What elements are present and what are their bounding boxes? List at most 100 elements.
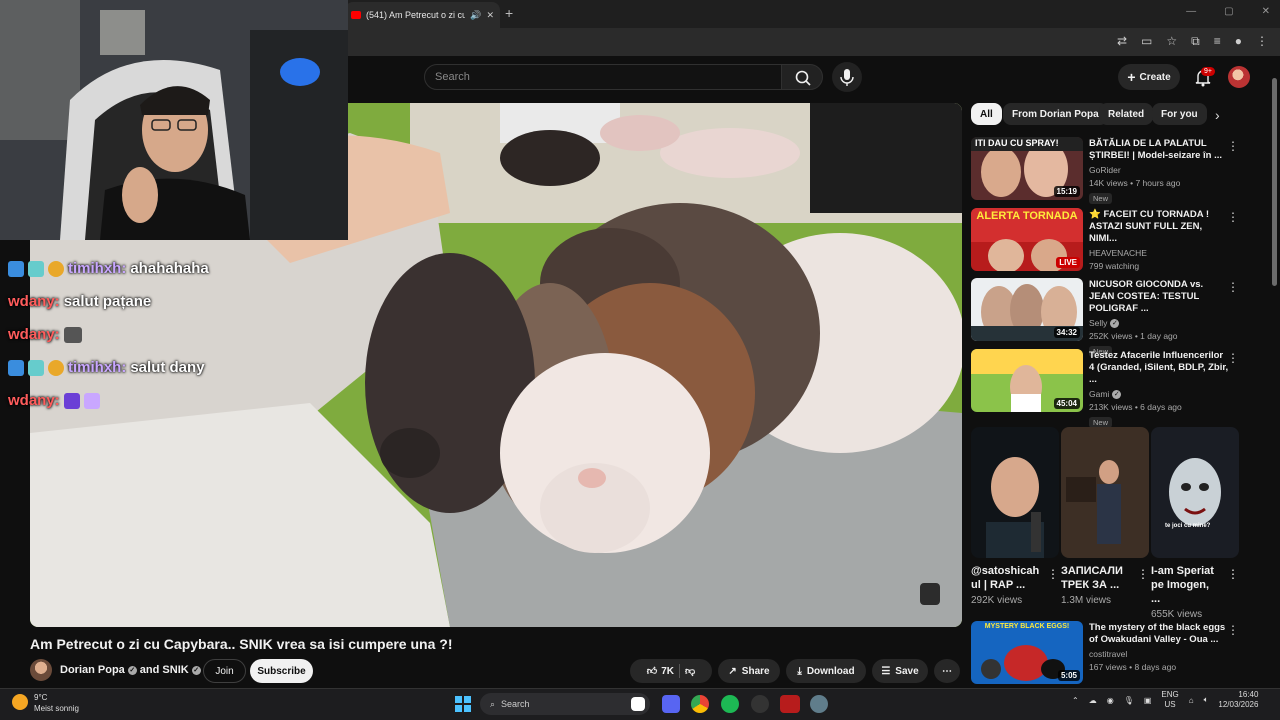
translate-icon[interactable]: ⇄ [1117,34,1127,49]
more-vertical-icon[interactable]: ⋮ [1047,567,1059,581]
language-indicator[interactable]: ENG US [1161,690,1178,710]
plus-icon: + [1127,69,1136,85]
chevron-up-icon[interactable]: ⌃ [1072,696,1079,705]
short-title[interactable]: I-am Speriat pe Imogen, ... [1151,564,1221,606]
network-icon[interactable]: ⌂ [1189,696,1194,705]
search-button[interactable] [781,64,823,90]
recommendation-channel[interactable]: Selly ✓ [1089,318,1229,328]
recommendation-title[interactable]: Testez Afacerile Influencerilor 4 (Grand… [1089,350,1229,386]
join-button[interactable]: Join [203,659,246,683]
short-item[interactable]: ЗАПИСАЛИ ТРЕК ЗА ... 1.3M views ⋮ [1061,427,1149,606]
more-vertical-icon[interactable]: ⋮ [1227,280,1239,294]
short-thumbnail[interactable] [971,427,1059,558]
minimize-button[interactable]: — [1186,6,1196,17]
task-view-icon[interactable] [631,697,645,711]
recommendation-item[interactable]: ITI DAU CU SPRAY! 15:19 BĂTĂLIA DE LA PA… [971,137,1251,204]
dislike-button[interactable]: 👎︎ [685,665,695,677]
obs-icon[interactable] [751,695,769,713]
new-tab-button[interactable]: + [505,5,513,21]
short-item[interactable]: te joci cu mine? I-am Speriat pe Imogen,… [1151,427,1239,620]
save-button[interactable]: ☰ Save [872,659,928,683]
close-window-button[interactable]: ✕ [1262,6,1270,17]
browser-menu-icon[interactable]: ⋮ [1256,34,1268,49]
share-label: Share [741,665,770,677]
clock[interactable]: 16:40 12/03/2026 [1218,690,1258,710]
voice-search-button[interactable] [832,62,862,92]
recommendation-title[interactable]: NICUSOR GIOCONDA vs. JEAN COSTEA: TESTUL… [1089,279,1229,315]
grid-badge-icon [28,359,44,376]
voicemeeter-icon[interactable] [780,695,800,713]
maximize-button[interactable]: ▢ [1224,6,1233,17]
app-tray-icon[interactable]: ▣ [1144,696,1152,705]
spotify-icon[interactable] [721,695,739,713]
recommendation-channel[interactable]: HEAVENACHE [1089,248,1229,258]
tab-close-icon[interactable]: ✕ [486,10,494,21]
more-actions-button[interactable]: ⋯ [934,659,960,683]
more-vertical-icon[interactable]: ⋮ [1227,351,1239,365]
video-thumbnail[interactable]: 34:32 [971,278,1083,341]
recommendation-channel[interactable]: costitravel [1089,649,1229,659]
recommendation-item[interactable]: 34:32 NICUSOR GIOCONDA vs. JEAN COSTEA: … [971,278,1251,357]
more-vertical-icon[interactable]: ⋮ [1227,623,1239,637]
chip-for-you[interactable]: For you [1152,103,1207,125]
chevron-right-icon[interactable]: › [1215,107,1220,123]
sword-badge-icon [8,359,24,376]
video-thumbnail[interactable]: 45:04 [971,349,1083,412]
microphone-icon[interactable]: 🎙︎ [1124,696,1134,705]
like-button[interactable]: 👍︎ 7K [647,665,674,678]
profile-icon[interactable]: ● [1235,34,1242,49]
chrome-icon[interactable] [691,695,709,713]
reading-list-icon[interactable]: ≡ [1214,34,1221,49]
search-icon [795,70,811,86]
video-thumbnail[interactable]: ALERTA TORNADA LIVE [971,208,1083,271]
weather-widget[interactable]: 9°C Meist sonnig [12,692,79,714]
recommendation-meta: 252K views • 1 day ago [1089,331,1178,341]
short-item[interactable]: @satoshicah ul | RAP ... 292K views ⋮ [971,427,1059,606]
extensions-icon[interactable]: ⧉ [1191,34,1200,49]
short-title[interactable]: ЗАПИСАЛИ ТРЕК ЗА ... [1061,564,1131,592]
chip-all[interactable]: All [971,103,1002,125]
channel-name[interactable]: Dorian Popa ✓ and SNIK ✓ [60,664,201,676]
steam-icon[interactable]: ◉ [1107,696,1114,705]
short-thumbnail[interactable] [1061,427,1149,558]
short-thumbnail[interactable]: te joci cu mine? [1151,427,1239,558]
settings-gear-icon[interactable] [810,695,828,713]
bookmark-star-icon[interactable]: ☆ [1166,34,1177,49]
channel-avatar[interactable] [30,659,52,681]
chip-related[interactable]: Related [1099,103,1154,125]
recommendation-channel[interactable]: Gami ✓ [1089,389,1229,399]
recommendation-title[interactable]: ⭐ FACEIT CU TORNADA ! ASTAZI SUNT FULL Z… [1089,209,1229,245]
create-button[interactable]: + Create [1118,64,1180,90]
account-avatar[interactable] [1228,66,1250,88]
more-vertical-icon[interactable]: ⋮ [1227,567,1239,581]
scrollbar-thumb[interactable] [1272,78,1277,286]
subscribe-button[interactable]: Subscribe [250,659,313,683]
cast-icon[interactable]: ▭ [1141,34,1152,49]
download-button[interactable]: ⤓ Download [786,659,866,683]
video-thumbnail[interactable]: ITI DAU CU SPRAY! 15:19 [971,137,1083,200]
recommendation-title[interactable]: BĂTĂLIA DE LA PALATUL ȘTIRBEI! | Model-s… [1089,138,1229,162]
more-vertical-icon[interactable]: ⋮ [1137,567,1149,581]
browser-tab-youtube[interactable]: (541) Am Petrecut o zi cu C 🔊 ✕ [345,2,500,28]
grid-badge-icon [28,260,44,277]
new-badge: New [1089,193,1113,204]
search-input[interactable]: Search [424,64,782,90]
more-vertical-icon[interactable]: ⋮ [1227,210,1239,224]
thumbnail-text: ALERTA TORNADA [976,210,1078,222]
recommendation-item[interactable]: 45:04 Testez Afacerile Influencerilor 4 … [971,349,1251,428]
video-thumbnail[interactable]: MYSTERY BLACK EGGS! 5:05 [971,621,1083,684]
recommendation-item[interactable]: ALERTA TORNADA LIVE ⭐ FACEIT CU TORNADA … [971,208,1251,274]
share-button[interactable]: ↗ Share [718,659,780,683]
recommendation-channel[interactable]: GoRider [1089,165,1229,175]
recommendation-item[interactable]: MYSTERY BLACK EGGS! 5:05 The mystery of … [971,621,1251,687]
speaker-icon[interactable]: 🔊 [470,10,481,21]
discord-icon[interactable] [662,695,680,713]
short-title[interactable]: @satoshicah ul | RAP ... [971,564,1041,592]
windows-start-button[interactable] [454,695,472,713]
taskbar-search[interactable]: ⌕ Search [480,693,650,715]
recommendation-title[interactable]: The mystery of the black eggs of Owakuda… [1089,622,1229,646]
chip-from-channel[interactable]: From Dorian Popa [1003,103,1108,125]
volume-icon[interactable]: 🔈︎ [1204,695,1209,705]
cloud-icon[interactable]: ☁ [1089,696,1097,705]
more-vertical-icon[interactable]: ⋮ [1227,139,1239,153]
